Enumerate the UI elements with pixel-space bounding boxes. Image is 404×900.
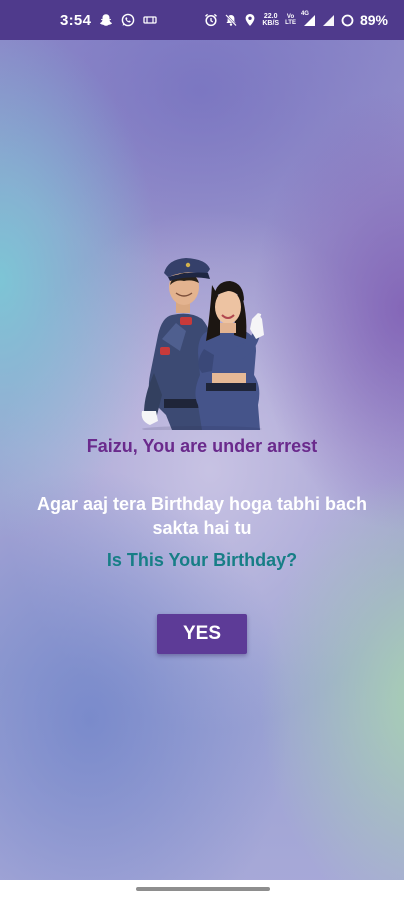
status-bar: 3:54 22.0 KB/S Vo LTE 4G 89% <box>0 0 404 40</box>
alarm-icon <box>204 13 218 27</box>
snapchat-icon <box>99 13 113 27</box>
signal-icon: 4G <box>300 10 316 27</box>
wifi-icon <box>322 14 335 27</box>
net-speed-unit: KB/S <box>262 20 280 27</box>
status-right-group: 22.0 KB/S Vo LTE 4G 89% <box>204 10 388 28</box>
volte-bottom: LTE <box>285 20 296 26</box>
net-speed-value: 22.0 <box>263 13 278 20</box>
volte-indicator: Vo LTE <box>285 14 296 26</box>
network-speed: 22.0 KB/S <box>262 13 279 27</box>
birthday-message: Agar aaj tera Birthday hoga tabhi bach s… <box>36 494 368 538</box>
cast-icon <box>143 14 157 26</box>
status-time: 3:54 <box>60 11 92 29</box>
police-couple-illustration <box>132 255 274 432</box>
battery-icon <box>341 14 354 27</box>
mute-icon <box>224 13 238 27</box>
app-screen: 3:54 22.0 KB/S Vo LTE 4G 89% Faizu, You … <box>0 0 404 900</box>
whatsapp-icon <box>121 13 135 27</box>
status-left-group: 3:54 <box>60 12 157 29</box>
location-icon <box>244 13 256 27</box>
battery-percent: 89% <box>359 12 388 28</box>
home-indicator[interactable] <box>136 887 270 891</box>
arrest-title: Faizu, You are under arrest <box>86 436 318 456</box>
birthday-question: Is This Your Birthday? <box>106 550 298 570</box>
network-label: 4G <box>300 10 309 17</box>
yes-button[interactable]: YES <box>157 614 247 654</box>
